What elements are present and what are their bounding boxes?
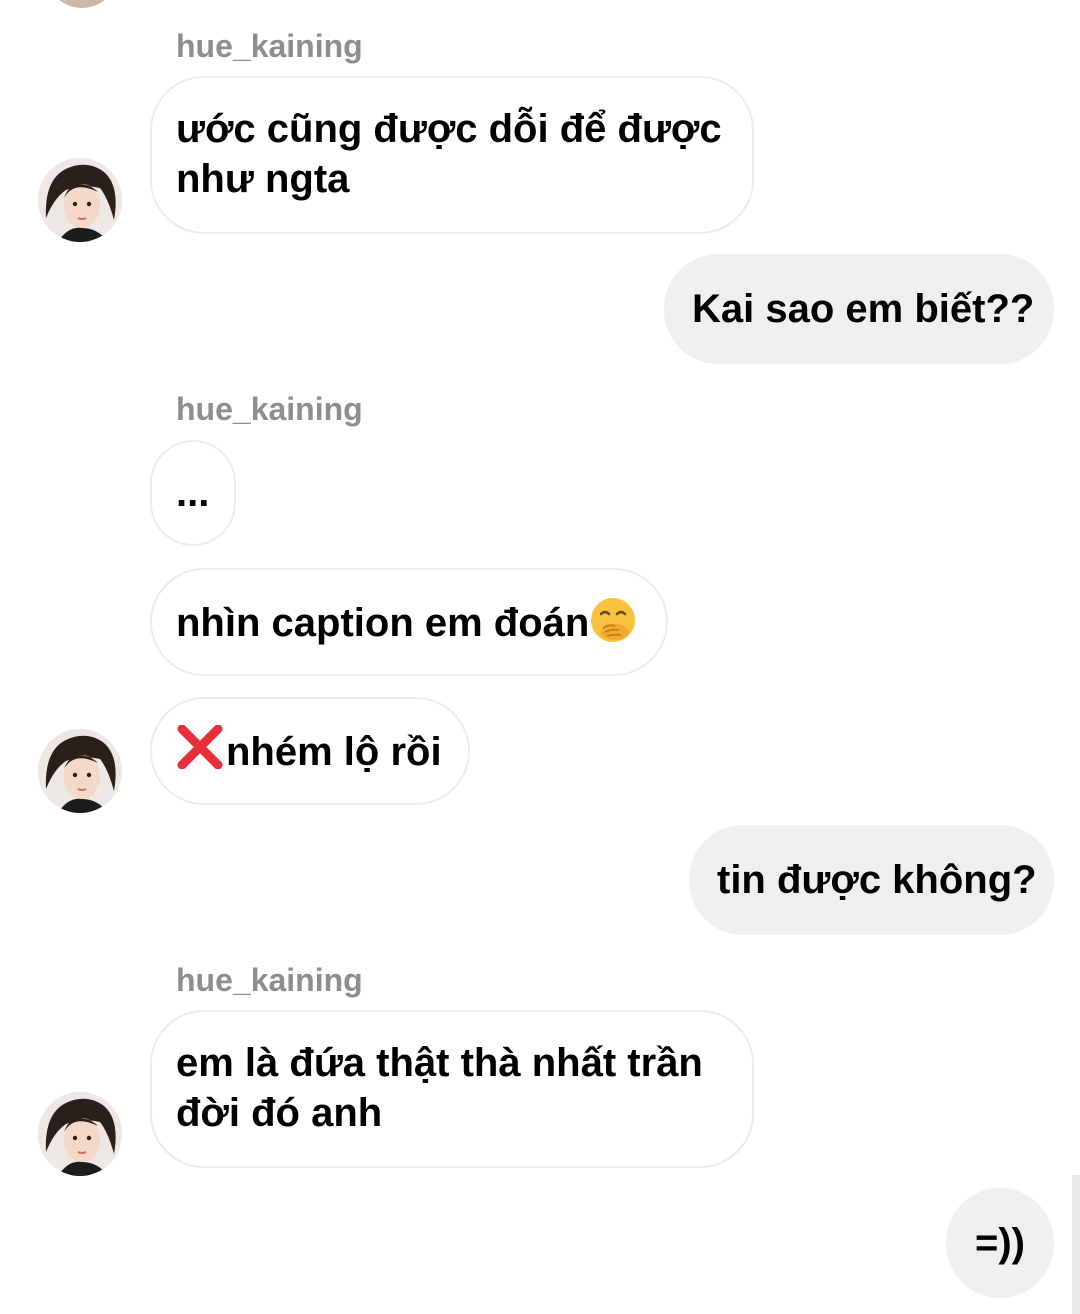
- avatar[interactable]: [38, 1092, 122, 1176]
- message-text-line: =)): [975, 1221, 1025, 1265]
- message-text-line: nhém lộ rồi: [226, 730, 442, 774]
- scrollbar[interactable]: [1072, 1175, 1080, 1314]
- message-bubble[interactable]: nhém lộ rồi: [150, 697, 470, 805]
- message-text-line: đời đó anh: [176, 1091, 383, 1135]
- message-text-line: ...: [176, 471, 210, 515]
- message-bubble[interactable]: ...: [150, 440, 236, 546]
- message-text-line: nhìn caption em đoán: [176, 601, 590, 645]
- message-text-line: ước cũng được dỗi để được: [176, 107, 722, 151]
- message-text-line: Kai sao em biết??: [692, 287, 1035, 331]
- face-with-hand-over-mouth-icon: [589, 596, 637, 656]
- avatar[interactable]: [38, 729, 122, 813]
- cross-mark-icon: [176, 724, 224, 781]
- message-bubble-outgoing[interactable]: tin được không?: [689, 825, 1054, 935]
- sender-name: hue_kaining: [176, 391, 363, 427]
- message-text-line: như ngta: [176, 157, 350, 201]
- message-text-line: tin được không?: [717, 858, 1037, 902]
- sender-name: hue_kaining: [176, 28, 363, 64]
- message-bubble[interactable]: em là đứa thật thà nhất trần đời đó anh: [150, 1010, 754, 1168]
- sender-name: hue_kaining: [176, 962, 363, 998]
- chat-thread: hue_kaining ước cũng được dỗi để được nh…: [0, 0, 1080, 1314]
- message-bubble-outgoing[interactable]: =)): [946, 1188, 1054, 1298]
- message-bubble-outgoing[interactable]: Kai sao em biết??: [664, 254, 1054, 364]
- avatar-partial[interactable]: [46, 0, 118, 8]
- message-bubble[interactable]: nhìn caption em đoán: [150, 568, 668, 676]
- avatar[interactable]: [38, 158, 122, 242]
- message-text-line: em là đứa thật thà nhất trần: [176, 1041, 703, 1085]
- message-bubble[interactable]: ước cũng được dỗi để được như ngta: [150, 76, 754, 234]
